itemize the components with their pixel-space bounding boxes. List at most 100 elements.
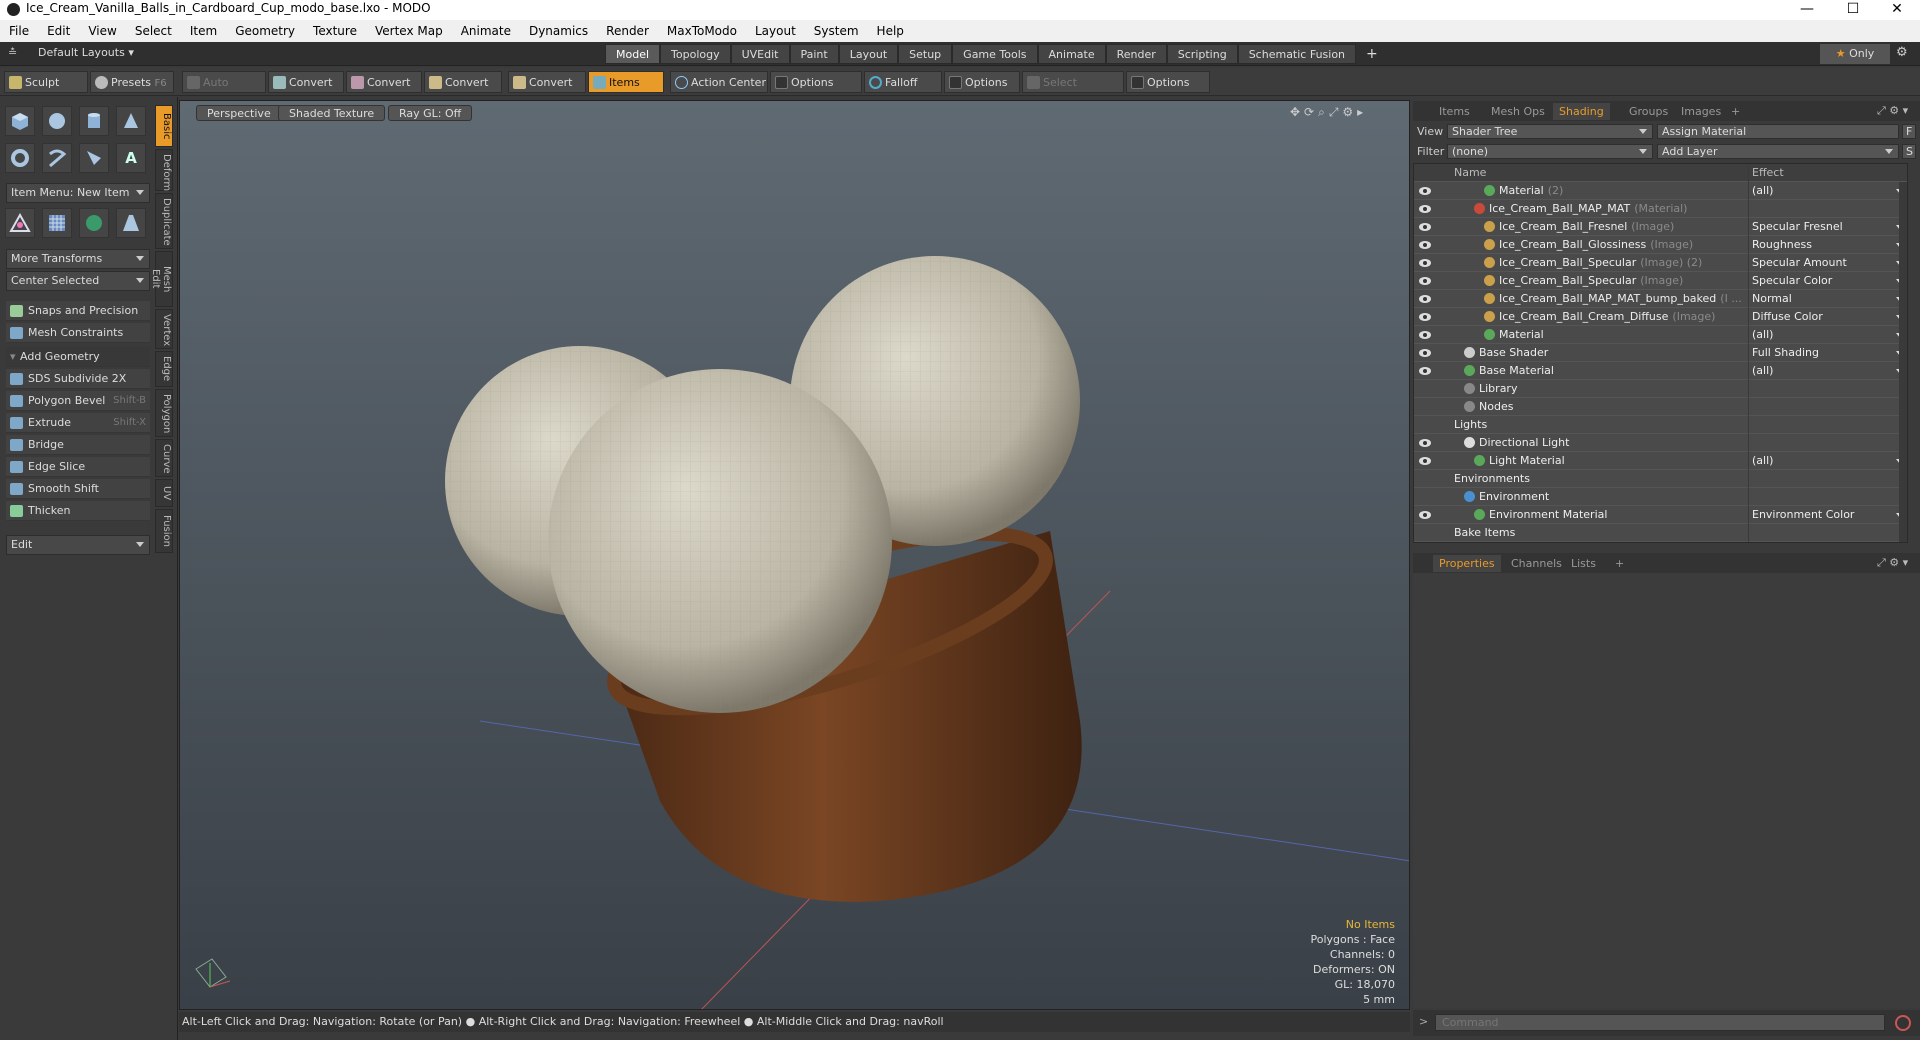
tree-row[interactable]: Nodes [1414, 398, 1907, 416]
panel-expand-icon[interactable]: ⤢ ⚙ ▾ [1877, 104, 1908, 118]
tree-row[interactable]: Environments [1414, 470, 1907, 488]
vtab-vertex[interactable]: Vertex [155, 309, 173, 349]
edit-dropdown[interactable]: Edit [6, 535, 150, 555]
tree-row[interactable]: Material (all) [1414, 326, 1907, 344]
more-transforms-dropdown[interactable]: More Transforms [6, 249, 150, 269]
sculpt-button[interactable]: Sculpt [4, 71, 88, 93]
tree-row[interactable]: Bake Items [1414, 524, 1907, 542]
effect-dropdown[interactable] [1748, 488, 1907, 506]
effect-column-header[interactable]: Effect [1748, 164, 1907, 182]
tab-layout[interactable]: Layout [838, 44, 899, 64]
menu-vertex-map[interactable]: Vertex Map [366, 20, 452, 42]
items-mode-button[interactable]: Items [588, 71, 664, 93]
tab-schematic-fusion[interactable]: Schematic Fusion [1237, 44, 1357, 64]
name-column-header[interactable]: Name [1454, 164, 1486, 182]
visibility-eye-icon[interactable] [1418, 509, 1432, 521]
edge-slice-button[interactable]: Edge Slice [6, 457, 150, 477]
menu-geometry[interactable]: Geometry [226, 20, 304, 42]
tree-row[interactable]: Library [1414, 380, 1907, 398]
effect-dropdown[interactable] [1748, 470, 1907, 488]
tab-items[interactable]: Items [1433, 103, 1476, 120]
vtab-edge[interactable]: Edge [155, 351, 173, 387]
tab-properties[interactable]: Properties [1433, 555, 1501, 572]
sphere-gizmo-icon[interactable] [79, 208, 109, 238]
effect-dropdown[interactable] [1748, 524, 1907, 542]
tree-row[interactable]: Environment [1414, 488, 1907, 506]
effect-dropdown[interactable] [1748, 434, 1907, 452]
tab-paint[interactable]: Paint [789, 44, 839, 64]
only-toggle[interactable]: ★ Only [1820, 44, 1890, 64]
vtab-mesh-edit[interactable]: Mesh Edit [150, 251, 173, 307]
text-tool-icon[interactable]: A [116, 143, 146, 173]
transform-icon[interactable] [5, 208, 35, 238]
add-property-tab-button[interactable]: + [1609, 555, 1630, 572]
tab-mesh-ops[interactable]: Mesh Ops [1485, 103, 1551, 120]
tab-lists[interactable]: Lists [1565, 555, 1602, 572]
tree-row[interactable]: Environment Material Environment Color [1414, 506, 1907, 524]
action-options-button[interactable]: Options [770, 71, 862, 93]
vtab-polygon[interactable]: Polygon [155, 389, 173, 437]
tree-row[interactable]: Lights [1414, 416, 1907, 434]
bridge-button[interactable]: Bridge [6, 435, 150, 455]
presets-button[interactable]: Presets F6 [90, 71, 174, 93]
menu-animate[interactable]: Animate [452, 20, 520, 42]
gear-icon[interactable]: ⚙ [1896, 45, 1908, 60]
filter-dropdown[interactable]: (none) [1447, 144, 1653, 159]
convert-polygons-button[interactable]: Convert [424, 71, 502, 93]
tree-row[interactable]: Base Shader Full Shading [1414, 344, 1907, 362]
tab-model[interactable]: Model [605, 44, 661, 64]
effect-dropdown[interactable]: Specular Color [1748, 272, 1907, 290]
falloff-button[interactable]: Falloff [864, 71, 942, 93]
cone-primitive-icon[interactable] [116, 106, 146, 136]
visibility-eye-icon[interactable] [1418, 311, 1432, 323]
tree-row[interactable]: Ice_Cream_Ball_MAP_MAT_bump_baked (I ... N… [1414, 290, 1907, 308]
visibility-eye-icon[interactable] [1418, 293, 1432, 305]
vtab-fusion[interactable]: Fusion [155, 509, 173, 553]
menu-render[interactable]: Render [597, 20, 658, 42]
tab-uvedit[interactable]: UVEdit [730, 44, 790, 64]
effect-dropdown[interactable] [1748, 380, 1907, 398]
smooth-shift-button[interactable]: Smooth Shift [6, 479, 150, 499]
tree-row[interactable]: Ice_Cream_Ball_Specular (Image) Specular C… [1414, 272, 1907, 290]
menu-texture[interactable]: Texture [304, 20, 366, 42]
menu-dynamics[interactable]: Dynamics [520, 20, 597, 42]
tree-row[interactable]: Directional Light [1414, 434, 1907, 452]
effect-dropdown[interactable]: (all) [1748, 362, 1907, 380]
snaps-precision-button[interactable]: Snaps and Precision [6, 301, 150, 321]
tab-animate[interactable]: Animate [1037, 44, 1106, 64]
convert-items-button[interactable]: Convert [508, 71, 586, 93]
vtab-duplicate[interactable]: Duplicate [155, 193, 173, 249]
record-icon[interactable] [1895, 1015, 1911, 1031]
polygon-bevel-button[interactable]: Polygon Bevel Shift-B [6, 391, 150, 411]
sphere-primitive-icon[interactable] [42, 106, 72, 136]
tab-render[interactable]: Render [1105, 44, 1167, 64]
effect-dropdown[interactable]: Diffuse Color [1748, 308, 1907, 326]
vtab-uv[interactable]: UV [155, 479, 173, 507]
menu-edit[interactable]: Edit [38, 20, 79, 42]
effect-dropdown[interactable]: (all) [1748, 182, 1907, 200]
menu-item[interactable]: Item [181, 20, 226, 42]
menu-select[interactable]: Select [126, 20, 181, 42]
extrude-button[interactable]: Extrude Shift-X [6, 413, 150, 433]
layout-preset-dropdown[interactable]: Default Layouts ▾ [38, 46, 134, 59]
vtab-basic[interactable]: Basic [155, 105, 173, 147]
mesh-constraints-button[interactable]: Mesh Constraints [6, 323, 150, 343]
menu-maxtomodo[interactable]: MaxToModo [658, 20, 746, 42]
perspective-icon[interactable] [116, 208, 146, 238]
visibility-eye-icon[interactable] [1418, 221, 1432, 233]
menu-layout[interactable]: Layout [746, 20, 805, 42]
close-button[interactable]: ✕ [1874, 0, 1920, 20]
menu-help[interactable]: Help [868, 20, 913, 42]
add-geometry-header[interactable]: ▾ Add Geometry [6, 347, 150, 367]
tab-images[interactable]: Images [1675, 103, 1727, 120]
assign-material-button[interactable]: Assign Material [1657, 124, 1899, 139]
tree-row[interactable]: Ice_Cream_Ball_Specular (Image) (2) Specul… [1414, 254, 1907, 272]
visibility-eye-icon[interactable] [1418, 257, 1432, 269]
thicken-button[interactable]: Thicken [6, 501, 150, 521]
3d-viewport[interactable]: Perspective Shaded Texture Ray GL: Off ✥… [179, 100, 1410, 1010]
tree-row[interactable]: Light Material (all) [1414, 452, 1907, 470]
tree-row[interactable]: Ice_Cream_Ball_Fresnel (Image) Specular Fr… [1414, 218, 1907, 236]
effect-dropdown[interactable]: Specular Amount [1748, 254, 1907, 272]
visibility-eye-icon[interactable] [1418, 185, 1432, 197]
tree-row[interactable]: Material (2) (all) [1414, 182, 1907, 200]
